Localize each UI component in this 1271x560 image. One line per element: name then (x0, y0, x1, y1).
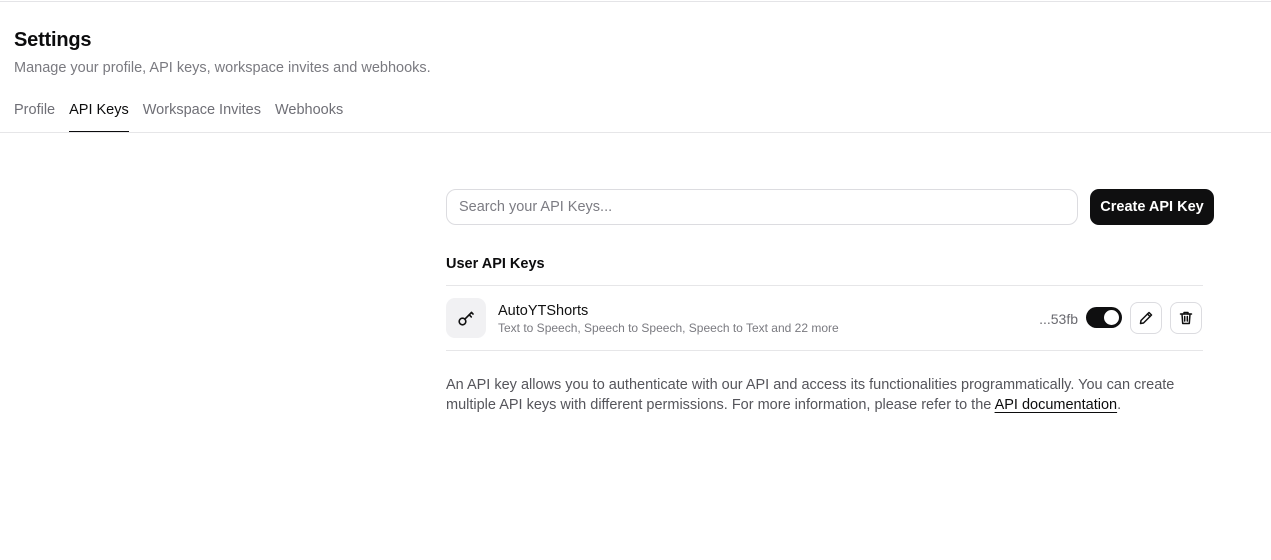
create-api-key-button[interactable]: Create API Key (1090, 189, 1214, 225)
tab-workspace-invites[interactable]: Workspace Invites (143, 100, 261, 133)
page-title: Settings (14, 29, 92, 51)
api-key-info: An API key allows you to authenticate wi… (446, 375, 1206, 415)
top-divider (0, 1, 1271, 2)
pencil-icon (1139, 311, 1153, 325)
api-documentation-link[interactable]: API documentation (995, 397, 1118, 413)
tab-profile[interactable]: Profile (14, 100, 55, 133)
page-subtitle: Manage your profile, API keys, workspace… (14, 60, 431, 76)
delete-api-key-button[interactable] (1170, 302, 1202, 334)
search-row: Create API Key (446, 189, 1214, 225)
key-icon (446, 298, 486, 338)
settings-tabs: Profile API Keys Workspace Invites Webho… (14, 100, 357, 133)
api-key-enabled-toggle[interactable] (1086, 307, 1122, 328)
search-input[interactable] (446, 189, 1078, 225)
api-key-name: AutoYTShorts (498, 303, 589, 319)
api-key-suffix: ...53fb (1039, 311, 1078, 327)
user-api-keys-heading: User API Keys (446, 256, 545, 272)
page-header: Settings Manage your profile, API keys, … (14, 28, 431, 77)
info-end: . (1117, 397, 1122, 413)
edit-api-key-button[interactable] (1130, 302, 1162, 334)
api-key-list: AutoYTShorts Text to Speech, Speech to S… (446, 285, 1203, 351)
tabs-divider (0, 132, 1271, 133)
trash-icon (1179, 311, 1193, 325)
tab-webhooks[interactable]: Webhooks (275, 100, 343, 133)
api-keys-panel: Create API Key User API Keys AutoYTShort… (446, 189, 1214, 415)
tab-api-keys[interactable]: API Keys (69, 100, 129, 133)
api-key-scopes: Text to Speech, Speech to Speech, Speech… (498, 321, 839, 335)
toggle-knob (1104, 310, 1119, 325)
